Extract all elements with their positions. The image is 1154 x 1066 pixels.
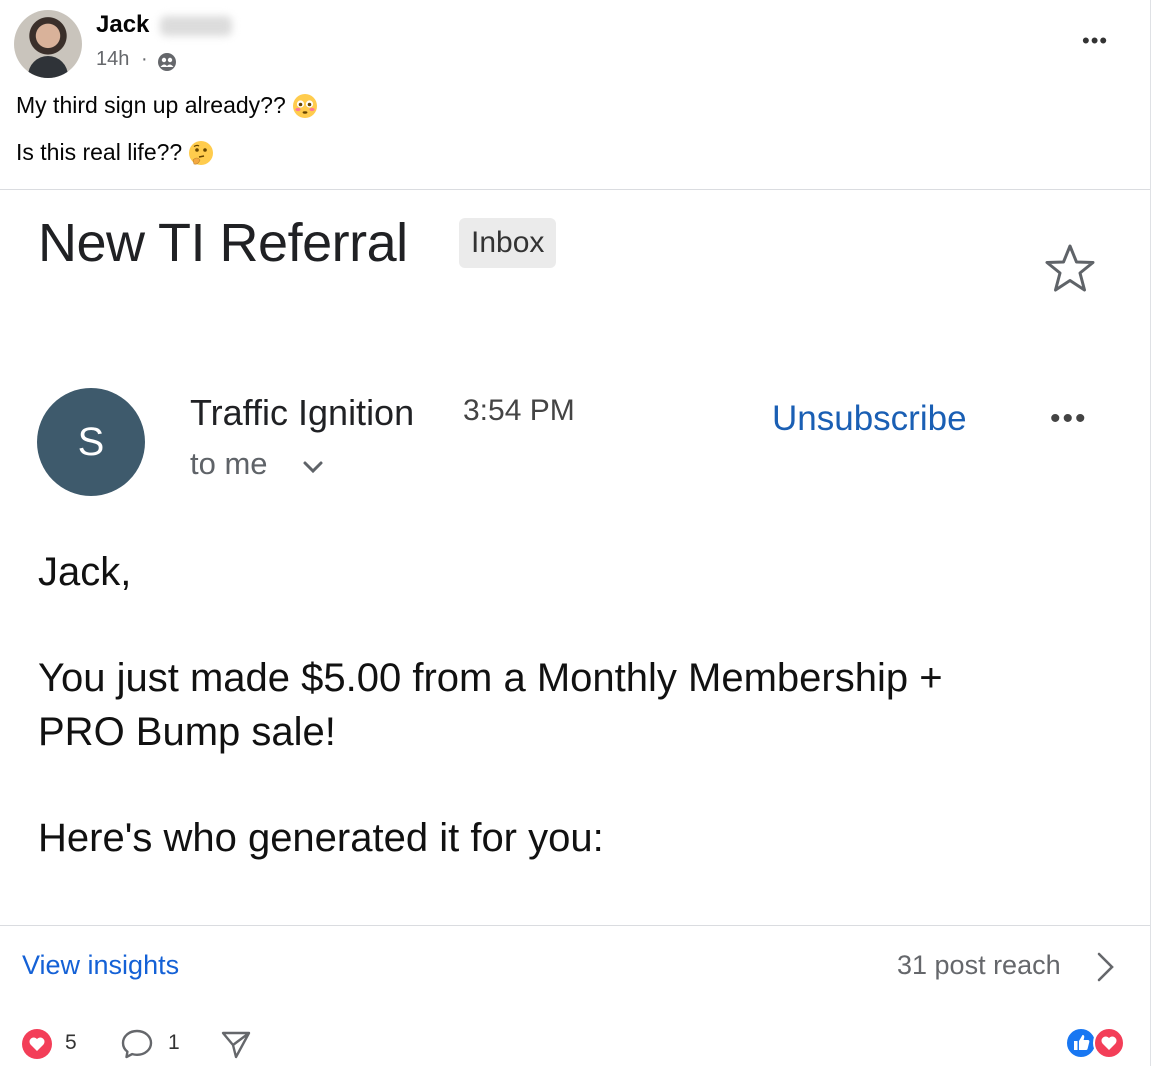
sender-avatar: S — [37, 388, 145, 496]
chevron-right-icon[interactable] — [1094, 948, 1118, 986]
post-text: Is this real life?? — [16, 139, 183, 165]
post-time[interactable]: 14h — [96, 48, 129, 71]
view-insights-link[interactable]: View insights — [22, 950, 179, 981]
facebook-post: Jack 14h · ••• My third sign up already?… — [0, 0, 1151, 1066]
email-body-line-2: PRO Bump sale! — [38, 710, 336, 754]
email-subject: New TI Referral — [38, 213, 408, 273]
post-reach[interactable]: 31 post reach — [897, 950, 1061, 981]
email-more-icon: ••• — [1050, 402, 1088, 435]
post-text-line-1: My third sign up already?? — [16, 92, 318, 119]
post-more-button[interactable]: ••• — [1082, 28, 1108, 54]
comment-icon[interactable] — [120, 1028, 154, 1060]
friends-icon[interactable] — [157, 52, 177, 72]
comment-count[interactable]: 1 — [168, 1031, 180, 1055]
love-icon — [1093, 1027, 1125, 1059]
email-body-line-3: Here's who generated it for you: — [38, 816, 604, 860]
reaction-summary-icons[interactable] — [1064, 1026, 1128, 1060]
recipient-label: to me — [190, 446, 268, 481]
reaction-count[interactable]: 5 — [65, 1031, 77, 1055]
love-reaction-icon[interactable] — [21, 1028, 53, 1060]
thinking-face-icon — [189, 140, 214, 165]
blurred-surname — [160, 16, 232, 36]
post-text-line-2: Is this real life?? — [16, 139, 214, 166]
unsubscribe-link: Unsubscribe — [772, 399, 967, 438]
email-screenshot[interactable]: New TI Referral Inbox S Traffic Ignition… — [0, 189, 1150, 926]
author-avatar[interactable] — [14, 10, 82, 78]
inbox-label: Inbox — [459, 218, 557, 268]
separator: · — [141, 48, 148, 70]
email-body-line-1: You just made $5.00 from a Monthly Membe… — [38, 656, 943, 700]
author-name[interactable]: Jack — [96, 11, 149, 39]
flushed-face-icon — [292, 93, 317, 118]
sender-name: Traffic Ignition — [190, 392, 415, 433]
chevron-down-icon — [303, 461, 323, 474]
like-icon — [1065, 1027, 1097, 1059]
share-icon[interactable] — [219, 1027, 253, 1061]
star-icon — [1045, 244, 1095, 292]
email-greeting: Jack, — [38, 550, 132, 594]
post-text: My third sign up already?? — [16, 92, 286, 118]
email-time: 3:54 PM — [463, 394, 575, 427]
